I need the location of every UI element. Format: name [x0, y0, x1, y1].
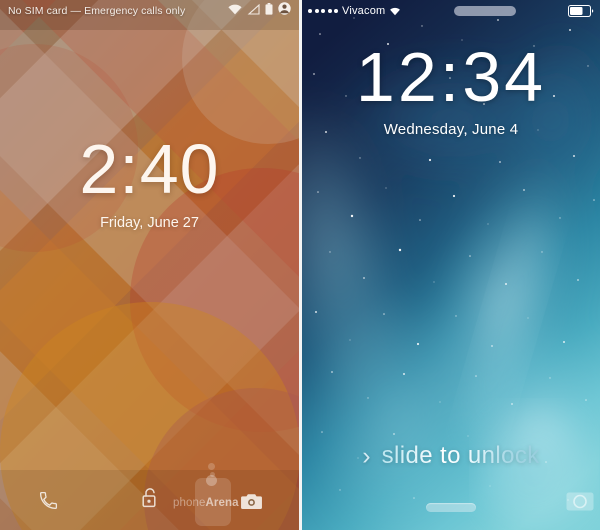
ios-clock-time: 12:34: [355, 38, 547, 116]
battery-icon: [265, 2, 273, 20]
android-wallpaper: [0, 0, 299, 530]
android-status-icons: [228, 2, 291, 20]
unlock-shortcut[interactable]: [141, 487, 159, 514]
ios-lockscreen-panel: Vivacom 12:34 Wednesday, June 4 › slide …: [302, 0, 600, 530]
ios-status-redacted-field: [453, 6, 516, 16]
android-clock-time: 2:40: [79, 130, 220, 208]
signal-no-sim-icon: [247, 2, 260, 20]
ios-carrier-label: Vivacom: [342, 5, 386, 17]
android-shortcut-bar: [0, 470, 299, 530]
battery-icon: [567, 5, 594, 17]
phone-shortcut[interactable]: [38, 490, 59, 516]
camera-shortcut[interactable]: [240, 492, 263, 516]
slide-to-unlock-label: slide to unlock: [381, 442, 540, 469]
android-status-text: No SIM card — Emergency calls only: [8, 5, 186, 17]
camera-grabber-handle[interactable]: [302, 503, 600, 512]
slide-to-unlock[interactable]: › slide to unlock: [302, 442, 600, 470]
unlock-padlock-icon: [141, 488, 159, 513]
lockscreen-comparison: No SIM card — Emergency calls only 2:40 …: [0, 0, 600, 530]
camera-icon: [240, 494, 263, 515]
android-clock-date: Friday, June 27: [100, 215, 199, 231]
chevron-right-icon: ›: [362, 441, 371, 470]
ios-status-left: Vivacom: [308, 5, 401, 17]
android-clock: 2:40 Friday, June 27: [0, 134, 299, 231]
ios-status-bar: Vivacom: [302, 0, 600, 22]
wifi-icon: [228, 2, 242, 20]
signal-dots-icon: [308, 9, 338, 13]
android-lockscreen-panel: No SIM card — Emergency calls only 2:40 …: [0, 0, 299, 530]
ios-clock: 12:34 Wednesday, June 4: [302, 42, 600, 138]
phone-icon: [38, 491, 59, 515]
wifi-icon: [389, 6, 401, 16]
android-status-bar: No SIM card — Emergency calls only: [0, 0, 299, 22]
account-icon: [278, 2, 291, 20]
ios-clock-date: Wednesday, June 4: [383, 121, 519, 138]
